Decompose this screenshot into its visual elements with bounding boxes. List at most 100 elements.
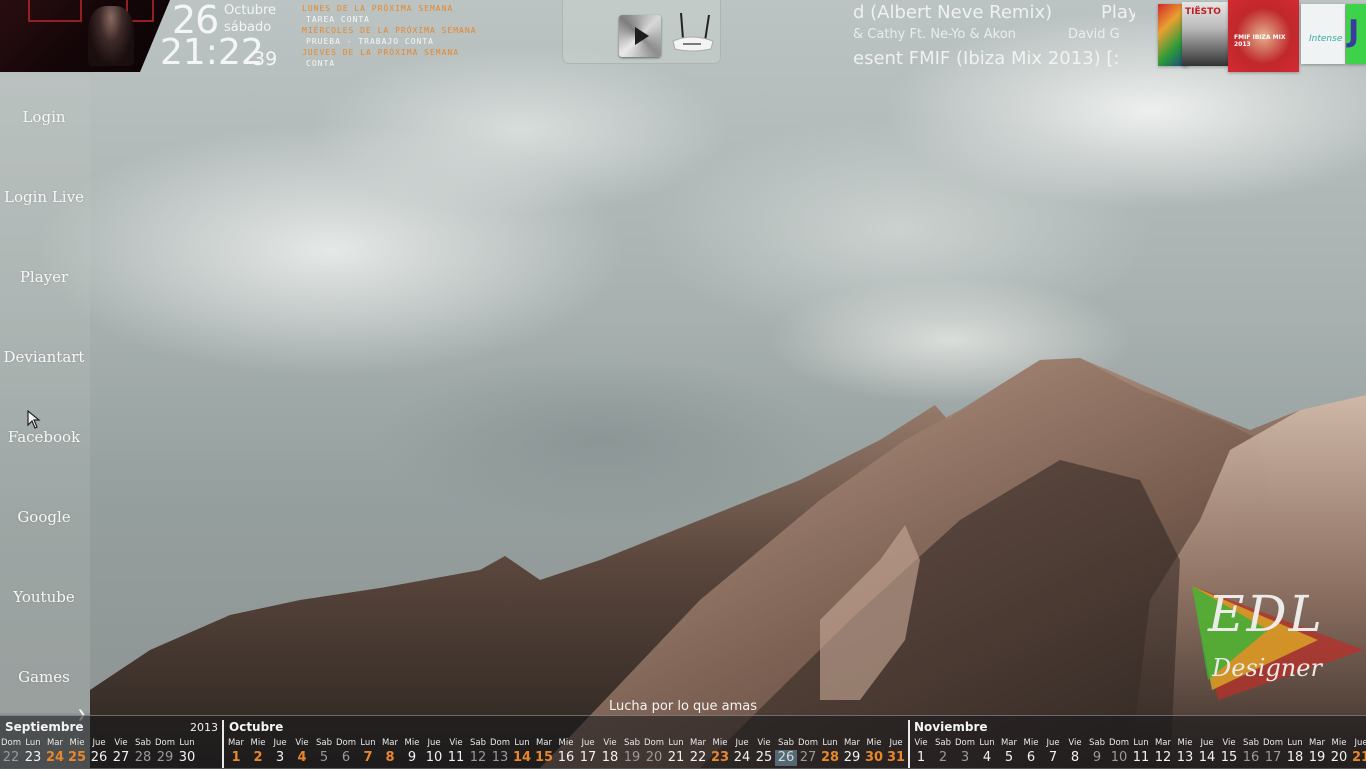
calendar-day[interactable]: Vie 11	[445, 716, 467, 766]
motto-text: Lucha por lo que amas	[608, 699, 758, 714]
calendar-day[interactable]: Jue 10	[423, 716, 445, 766]
clock-seconds: 39	[253, 48, 278, 70]
calendar-day[interactable]: Mie 6	[1020, 716, 1042, 766]
calendar-day[interactable]: Lun 7	[357, 716, 379, 766]
day-number: 14	[512, 750, 532, 765]
calendar-day[interactable]: Sab 16	[1240, 716, 1262, 766]
calendar-day[interactable]: Mar 15	[533, 716, 555, 766]
weekday-label: Dom	[954, 738, 976, 748]
calendar-day[interactable]: Vie 25	[753, 716, 775, 766]
calendar-day[interactable]: Dom 6	[335, 716, 357, 766]
calendar-day[interactable]: Sab 19	[621, 716, 643, 766]
calendar-day[interactable]: Sab 26	[775, 716, 797, 766]
day-number: 12	[1154, 750, 1172, 765]
sidebar-item-games[interactable]: Games	[0, 668, 88, 686]
router-button[interactable]	[671, 11, 715, 53]
calendar-day[interactable]: Mie 20	[1328, 716, 1350, 766]
calendar-day[interactable]: Jue 7	[1042, 716, 1064, 766]
calendar-day[interactable]: Dom 22	[0, 716, 22, 766]
calendar-day[interactable]: Sab 2	[932, 716, 954, 766]
day-number: 29	[843, 750, 861, 765]
album-cover[interactable]: TIËSTO	[1182, 2, 1228, 66]
calendar-day[interactable]: Mar 29	[841, 716, 863, 766]
task-entry[interactable]: Miércoles de la próxima semana Prueba - …	[302, 25, 477, 47]
calendar-day[interactable]: Jue 17	[577, 716, 599, 766]
calendar-day[interactable]: Lun 23	[22, 716, 44, 766]
sidebar-item-login[interactable]: Login	[0, 108, 88, 126]
play-button[interactable]	[619, 15, 661, 57]
calendar-day[interactable]: Sab 12	[467, 716, 489, 766]
calendar-day[interactable]: Jue 14	[1196, 716, 1218, 766]
day-number: 20	[1330, 750, 1348, 765]
calendar-day[interactable]: Dom 20	[643, 716, 665, 766]
calendar-day[interactable]: Lun 11	[1130, 716, 1152, 766]
weekday-label: Mie	[1177, 738, 1193, 748]
calendar-day[interactable]: Dom 13	[489, 716, 511, 766]
calendar-day[interactable]: Vie 18	[599, 716, 621, 766]
calendar-day[interactable]: Vie 15	[1218, 716, 1240, 766]
task-entry[interactable]: Jueves de la próxima semana Conta	[302, 47, 477, 69]
album-cover[interactable]: J	[1346, 4, 1366, 64]
sidebar-item-facebook[interactable]: Facebook	[0, 428, 88, 446]
calendar-day[interactable]: Vie 4	[291, 716, 313, 766]
calendar-day[interactable]: Mar 8	[379, 716, 401, 766]
calendar-day[interactable]: Dom 27	[797, 716, 819, 766]
calendar-day[interactable]: Mie 25	[66, 716, 88, 766]
calendar-day[interactable]: Vie 1	[910, 716, 932, 766]
calendar-day[interactable]: Mie 16	[555, 716, 577, 766]
weekday-label: Jue	[581, 738, 595, 748]
calendar-day[interactable]: Mie 13	[1174, 716, 1196, 766]
sidebar-item-player[interactable]: Player	[0, 268, 88, 286]
calendar-day[interactable]: Lun 21	[665, 716, 687, 766]
day-number: 9	[407, 750, 417, 765]
weekday-label: Jue	[1200, 738, 1214, 748]
calendar-day[interactable]: Jue 24	[731, 716, 753, 766]
calendar-day[interactable]: Lun 28	[819, 716, 841, 766]
calendar-day[interactable]: Mar 24	[44, 716, 66, 766]
calendar-day[interactable]: Lun 30	[176, 716, 198, 766]
weekday-label: Jue	[1046, 738, 1060, 748]
day-number: 16	[1242, 750, 1260, 765]
calendar-day[interactable]: Vie 8	[1064, 716, 1086, 766]
calendar-day[interactable]: Mie 2	[247, 716, 269, 766]
calendar-day[interactable]: Mie 9	[401, 716, 423, 766]
calendar-day[interactable]: Sab 9	[1086, 716, 1108, 766]
calendar-day[interactable]: Mar 19	[1306, 716, 1328, 766]
weekday-label: Vie	[1222, 738, 1236, 748]
sidebar-item-youtube[interactable]: Youtube	[0, 588, 88, 606]
calendar-day[interactable]: Jue 26	[88, 716, 110, 766]
calendar-day[interactable]: Mar 1	[225, 716, 247, 766]
sidebar-item-login-live[interactable]: Login Live	[0, 188, 88, 206]
calendar-day[interactable]: Jue 21	[1350, 716, 1366, 766]
calendar-day[interactable]: Jue 3	[269, 716, 291, 766]
task-date: Miércoles de la próxima semana	[302, 26, 477, 35]
calendar-day[interactable]: Mar 22	[687, 716, 709, 766]
calendar-day[interactable]: Vie 27	[110, 716, 132, 766]
day-number: 1	[231, 750, 241, 765]
calendar-day[interactable]: Lun 14	[511, 716, 533, 766]
day-number: 12	[469, 750, 487, 765]
day-number: 15	[534, 750, 554, 765]
album-cover-featured[interactable]: FMIF IBIZA MIX 2013	[1228, 0, 1299, 72]
calendar-day[interactable]: Mar 5	[998, 716, 1020, 766]
calendar-day[interactable]: Mar 12	[1152, 716, 1174, 766]
calendar-day[interactable]: Lun 4	[976, 716, 998, 766]
calendar-day[interactable]: Lun 18	[1284, 716, 1306, 766]
weekday-label: Dom	[489, 738, 511, 748]
calendar-day[interactable]: Sab 5	[313, 716, 335, 766]
calendar-day[interactable]: Dom 29	[154, 716, 176, 766]
calendar-day[interactable]: Dom 10	[1108, 716, 1130, 766]
calendar-day[interactable]: Jue 31	[885, 716, 907, 766]
calendar-day[interactable]: Mie 30	[863, 716, 885, 766]
day-number: 20	[645, 750, 663, 765]
task-entry[interactable]: Lunes de la próxima semana Tarea conta	[302, 3, 477, 25]
calendar-day[interactable]: Mie 23	[709, 716, 731, 766]
play-label[interactable]: Play	[1101, 2, 1135, 23]
calendar-day[interactable]: Dom 17	[1262, 716, 1284, 766]
album-cover[interactable]: Intense	[1301, 4, 1345, 64]
calendar-day[interactable]: Sab 28	[132, 716, 154, 766]
weekday-label: Lun	[822, 738, 838, 748]
sidebar-item-google[interactable]: Google	[0, 508, 88, 526]
sidebar-item-deviantart[interactable]: Deviantart	[0, 348, 88, 366]
calendar-day[interactable]: Dom 3	[954, 716, 976, 766]
